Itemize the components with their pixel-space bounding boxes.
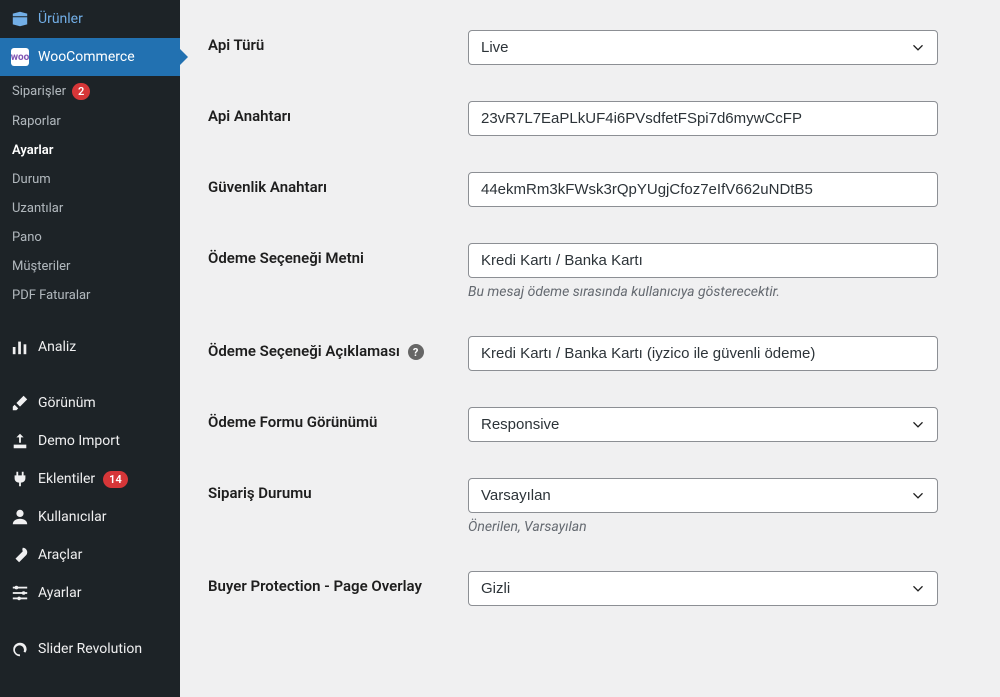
order-status-label: Sipariş Durumu bbox=[208, 484, 312, 502]
plugins-badge: 14 bbox=[103, 471, 128, 488]
payment-text-description: Bu mesaj ödeme sırasında kullanıcıya gös… bbox=[468, 284, 938, 300]
sidebar-sub-orders[interactable]: Siparişler 2 bbox=[0, 76, 180, 107]
sidebar-item-slider-revolution[interactable]: Slider Revolution bbox=[0, 630, 180, 668]
sidebar-sub-status[interactable]: Durum bbox=[0, 165, 180, 194]
buyer-protection-select[interactable]: Gizli bbox=[468, 571, 938, 606]
buyer-protection-label: Buyer Protection - Page Overlay bbox=[208, 577, 422, 595]
sidebar-item-label: Kullanıcılar bbox=[38, 509, 107, 525]
brush-icon bbox=[10, 393, 30, 413]
sidebar-item-label: Pano bbox=[12, 230, 42, 245]
sidebar-sub-dashboard[interactable]: Pano bbox=[0, 223, 180, 252]
security-key-label: Güvenlik Anahtarı bbox=[208, 178, 327, 196]
box-icon bbox=[10, 9, 30, 29]
sidebar-sub-reports[interactable]: Raporlar bbox=[0, 107, 180, 136]
sidebar-item-users[interactable]: Kullanıcılar bbox=[0, 498, 180, 536]
sidebar-item-tools[interactable]: Araçlar bbox=[0, 536, 180, 574]
sidebar-item-label: WooCommerce bbox=[38, 49, 135, 65]
sidebar-item-label: Uzantılar bbox=[12, 201, 63, 216]
sidebar-item-products[interactable]: Ürünler bbox=[0, 0, 180, 38]
sidebar-sub-extensions[interactable]: Uzantılar bbox=[0, 194, 180, 223]
form-view-label: Ödeme Formu Görünümü bbox=[208, 413, 377, 431]
sidebar-item-label: Araçlar bbox=[38, 547, 82, 563]
sidebar-item-settings-main[interactable]: Ayarlar bbox=[0, 574, 180, 612]
sidebar-sub-customers[interactable]: Müşteriler bbox=[0, 252, 180, 281]
payment-text-label: Ödeme Seçeneği Metni bbox=[208, 249, 364, 267]
woocommerce-icon: woo bbox=[10, 47, 30, 67]
api-key-input[interactable] bbox=[468, 101, 938, 136]
sidebar-item-label: Ayarlar bbox=[12, 143, 53, 158]
settings-form: Api Türü Live Api Anahtarı Güvenlik Anah… bbox=[180, 0, 1000, 697]
payment-text-input[interactable] bbox=[468, 243, 938, 278]
sidebar-item-label: Raporlar bbox=[12, 114, 61, 129]
upload-icon bbox=[10, 431, 30, 451]
plug-icon bbox=[10, 469, 30, 489]
sidebar-item-label: Ayarlar bbox=[38, 585, 81, 601]
form-view-select[interactable]: Responsive bbox=[468, 407, 938, 442]
sidebar-item-demo-import[interactable]: Demo Import bbox=[0, 422, 180, 460]
sidebar-item-label: Analiz bbox=[38, 339, 76, 355]
sidebar-sub-settings[interactable]: Ayarlar bbox=[0, 136, 180, 165]
sidebar-item-label: PDF Faturalar bbox=[12, 288, 90, 303]
sidebar-item-label: Ürünler bbox=[38, 11, 83, 27]
chart-bar-icon bbox=[10, 337, 30, 357]
refresh-icon bbox=[10, 639, 30, 659]
sidebar-item-label: Durum bbox=[12, 172, 51, 187]
sidebar-item-plugins[interactable]: Eklentiler 14 bbox=[0, 460, 180, 498]
api-type-select[interactable]: Live bbox=[468, 30, 938, 65]
admin-sidebar: Ürünler woo WooCommerce Siparişler 2 Rap… bbox=[0, 0, 180, 697]
help-tip-icon[interactable]: ? bbox=[408, 344, 424, 360]
order-status-select[interactable]: Varsayılan bbox=[468, 478, 938, 513]
api-type-label: Api Türü bbox=[208, 36, 264, 54]
sidebar-item-label: Slider Revolution bbox=[38, 641, 142, 657]
sidebar-item-label: Eklentiler bbox=[38, 471, 95, 487]
api-key-label: Api Anahtarı bbox=[208, 107, 291, 125]
sidebar-item-label: Siparişler bbox=[12, 84, 66, 99]
sidebar-item-appearance[interactable]: Görünüm bbox=[0, 384, 180, 422]
sliders-icon bbox=[10, 583, 30, 603]
sidebar-item-label: Demo Import bbox=[38, 433, 120, 449]
security-key-input[interactable] bbox=[468, 172, 938, 207]
wrench-icon bbox=[10, 545, 30, 565]
sidebar-item-label: Müşteriler bbox=[12, 259, 70, 274]
payment-desc-label: Ödeme Seçeneği Açıklaması bbox=[208, 342, 400, 360]
user-icon bbox=[10, 507, 30, 527]
sidebar-item-woocommerce[interactable]: woo WooCommerce bbox=[0, 38, 180, 76]
order-status-description: Önerilen, Varsayılan bbox=[468, 519, 938, 535]
sidebar-item-analytics[interactable]: Analiz bbox=[0, 328, 180, 366]
sidebar-sub-pdf-invoices[interactable]: PDF Faturalar bbox=[0, 281, 180, 310]
payment-desc-input[interactable] bbox=[468, 336, 938, 371]
orders-badge: 2 bbox=[72, 83, 90, 100]
sidebar-item-label: Görünüm bbox=[38, 395, 96, 411]
